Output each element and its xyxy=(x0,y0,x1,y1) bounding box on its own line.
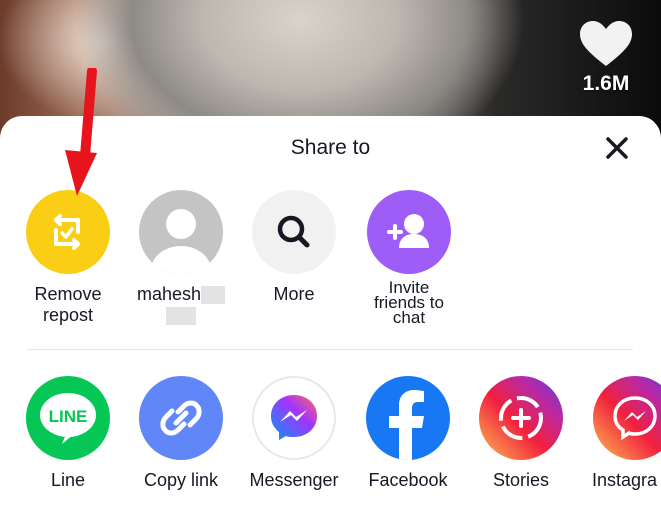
share-facebook-button[interactable]: Facebook xyxy=(353,376,463,491)
line-icon: LINE xyxy=(26,376,110,460)
search-icon xyxy=(252,190,336,274)
share-stories-button[interactable]: Stories xyxy=(466,376,576,491)
contact-mahesh[interactable]: mahesh xyxy=(126,190,236,326)
remove-repost-label: Remove repost xyxy=(34,284,102,325)
share-line-button[interactable]: LINE Line xyxy=(13,376,123,491)
more-label: More xyxy=(273,284,315,304)
add-friend-icon xyxy=(367,190,451,274)
invite-friends-label: Invite friends to chat xyxy=(374,278,444,327)
link-icon xyxy=(139,376,223,460)
stories-icon xyxy=(479,376,563,460)
invite-friends-button[interactable]: Invite friends to chat xyxy=(354,190,464,327)
stories-label: Stories xyxy=(492,470,550,490)
close-icon[interactable] xyxy=(600,134,634,164)
like-count: 1.6M xyxy=(582,72,630,95)
share-messenger-button[interactable]: Messenger xyxy=(239,376,349,491)
messenger-label: Messenger xyxy=(249,470,339,490)
instagram-icon xyxy=(593,376,661,460)
instagram-label: Instagra xyxy=(592,470,658,490)
annotation-arrow xyxy=(65,68,97,196)
redacted-block xyxy=(201,286,226,305)
line-label: Line xyxy=(50,470,86,490)
share-instagram-button[interactable]: Instagra xyxy=(580,376,661,491)
more-button[interactable]: More xyxy=(239,190,349,305)
remove-repost-button[interactable]: Remove repost xyxy=(13,190,123,326)
redacted-block xyxy=(166,307,196,326)
row-divider xyxy=(27,349,633,350)
facebook-label: Facebook xyxy=(368,470,448,490)
copy-link-label: Copy link xyxy=(143,470,219,490)
contact-name: mahesh xyxy=(136,284,202,304)
facebook-icon xyxy=(366,376,450,460)
messenger-icon xyxy=(252,376,336,460)
heart-icon[interactable] xyxy=(578,20,634,68)
avatar-icon xyxy=(139,190,223,274)
copy-link-button[interactable]: Copy link xyxy=(126,376,236,491)
svg-text:LINE: LINE xyxy=(49,407,88,426)
